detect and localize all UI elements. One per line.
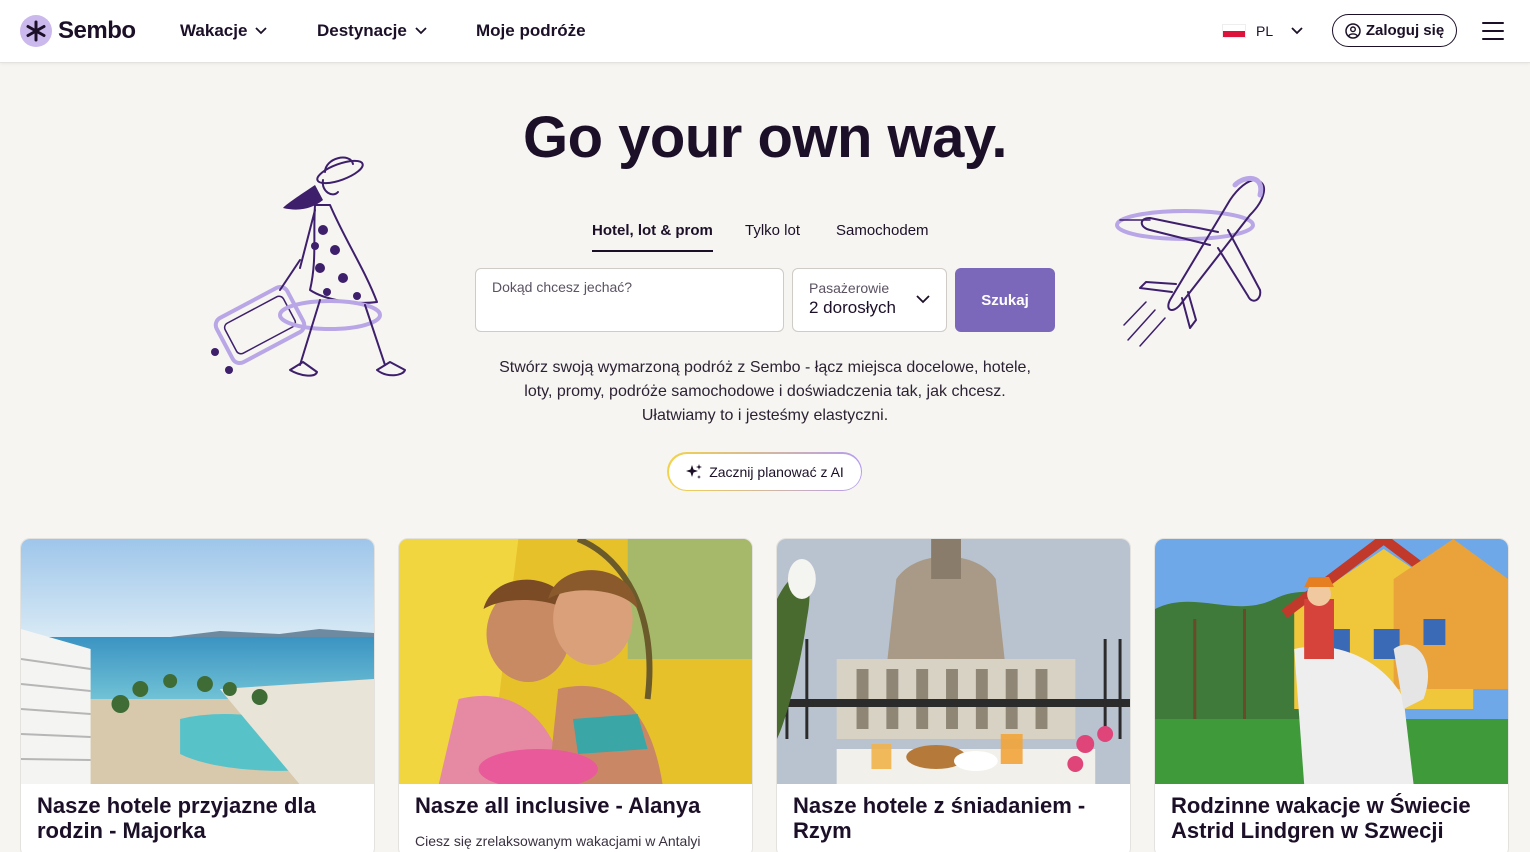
nav-destynacje[interactable]: Destynacje	[317, 0, 427, 62]
card-title: Nasze all inclusive - Alanya	[415, 793, 701, 818]
promo-cards: Nasze hotele przyjazne dla rodzin - Majo…	[20, 538, 1510, 852]
chevron-down-icon	[255, 27, 268, 35]
sembo-logo[interactable]: Sembo	[20, 14, 136, 48]
logo-asterisk-icon	[20, 15, 52, 47]
login-button[interactable]: Zaloguj się	[1332, 14, 1457, 47]
search-button[interactable]: Szukaj	[955, 268, 1055, 332]
ai-planner-label: Zacznij planować z AI	[709, 463, 844, 480]
card-title: Nasze hotele przyjazne dla rodzin - Majo…	[37, 793, 316, 843]
traveler-illustration	[205, 150, 415, 390]
language-code: PL	[1256, 23, 1274, 39]
tab-hotel-lot-prom[interactable]: Hotel, lot & prom	[592, 220, 713, 252]
chevron-down-icon	[415, 27, 427, 35]
nav-wakacje[interactable]: Wakacje	[180, 0, 268, 62]
destination-input[interactable]: Dokąd chcesz jechać?	[475, 268, 784, 332]
ai-planner-button[interactable]: Zacznij planować z AI	[667, 452, 862, 491]
site-header: Sembo Wakacje Destynacje Moje podróże PL…	[0, 0, 1530, 63]
passengers-value: 2 dorosłych	[809, 298, 896, 317]
login-label: Zaloguj się	[1365, 22, 1445, 39]
poland-flag-icon	[1222, 24, 1246, 38]
card-image-astrid-lindgren	[1155, 539, 1508, 784]
card-image-majorka	[21, 539, 374, 784]
promo-card-alanya[interactable]: Nasze all inclusive - Alanya Ciesz się z…	[398, 538, 753, 852]
passengers-select[interactable]: Pasażerowie 2 dorosłych	[792, 268, 947, 332]
airplane-illustration	[1110, 170, 1275, 355]
nav-moje-podroze-label: Moje podróże	[476, 21, 586, 40]
user-icon	[1345, 22, 1361, 39]
card-subtitle: Ciesz się zrelaksowanym wakacjami w Anta…	[415, 833, 701, 849]
nav-moje-podroze[interactable]: Moje podróże	[476, 0, 586, 62]
language-selector[interactable]: PL	[1222, 18, 1303, 44]
search-mode-tabs: Hotel, lot & prom Tylko lot Samochodem	[0, 220, 1530, 252]
card-image-alanya	[399, 539, 752, 784]
nav-destynacje-label: Destynacje	[317, 21, 407, 40]
card-image-rzym	[777, 539, 1130, 784]
chevron-down-icon	[916, 295, 930, 304]
passengers-label: Pasażerowie	[809, 280, 890, 296]
destination-placeholder: Dokąd chcesz jechać?	[492, 279, 633, 295]
hero-description: Stwórz swoją wymarzoną podróż z Sembo - …	[499, 359, 1031, 424]
promo-card-rzym[interactable]: Nasze hotele z śniadaniem - Rzym	[776, 538, 1131, 852]
tab-tylko-lot[interactable]: Tylko lot	[745, 220, 800, 252]
sparkle-icon	[686, 463, 703, 479]
nav-wakacje-label: Wakacje	[180, 21, 248, 40]
card-title: Rodzinne wakacje w Świecie Astrid Lindgr…	[1171, 793, 1471, 843]
tab-samochodem[interactable]: Samochodem	[836, 220, 929, 252]
brand-name: Sembo	[58, 17, 136, 44]
hamburger-menu-icon[interactable]	[1482, 22, 1504, 40]
promo-card-majorka[interactable]: Nasze hotele przyjazne dla rodzin - Majo…	[20, 538, 375, 852]
chevron-down-icon	[1291, 27, 1303, 35]
promo-card-astrid-lindgren[interactable]: Rodzinne wakacje w Świecie Astrid Lindgr…	[1154, 538, 1509, 852]
card-title: Nasze hotele z śniadaniem - Rzym	[793, 793, 1086, 843]
